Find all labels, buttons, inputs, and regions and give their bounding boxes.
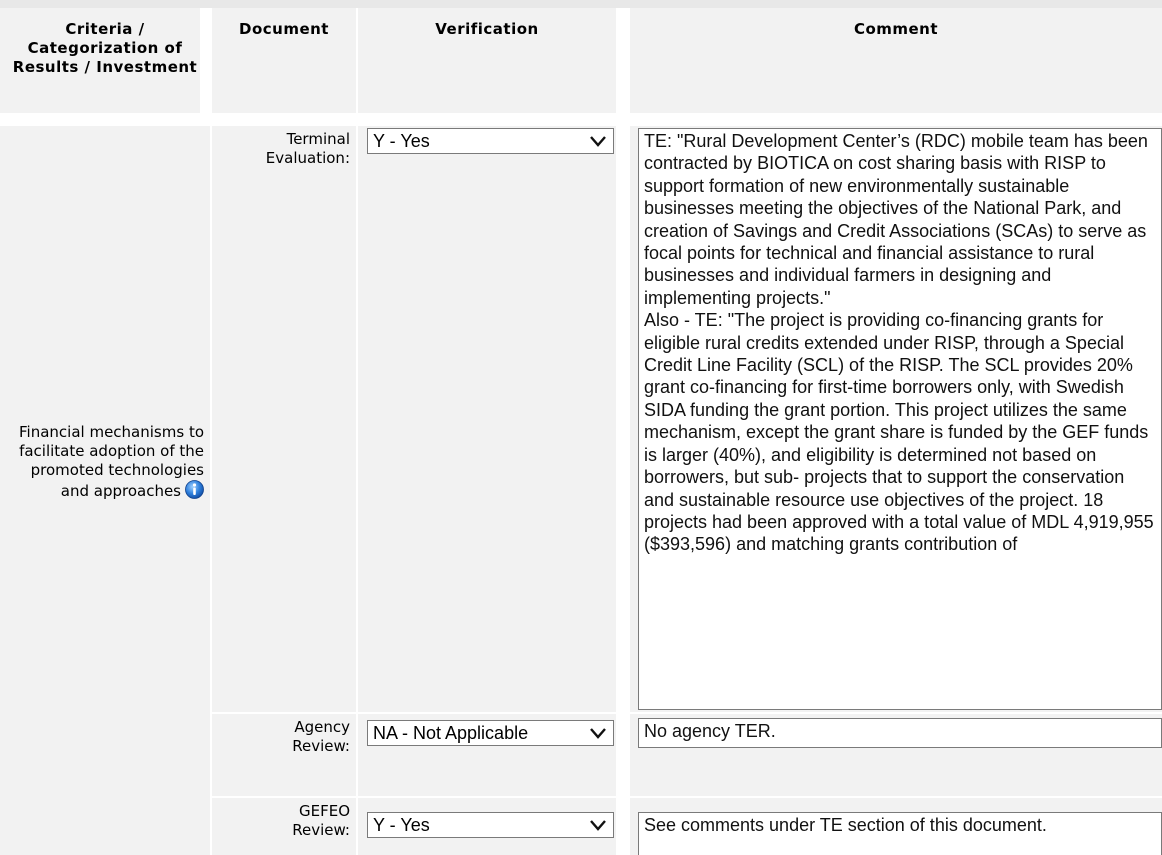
header-document: Document bbox=[239, 20, 329, 38]
verification-value-agency: NA - Not Applicable bbox=[373, 723, 529, 743]
chevron-down-icon bbox=[590, 820, 606, 831]
header-comment: Comment bbox=[853, 20, 939, 38]
criteria-text: Financial mechanisms to facilitate adopt… bbox=[19, 423, 204, 500]
criteria-label: Financial mechanisms to facilitate adopt… bbox=[4, 423, 204, 501]
document-label-te: Terminal Evaluation: bbox=[265, 130, 350, 167]
verification-value-gefeo: Y - Yes bbox=[373, 815, 430, 835]
verification-select-agency[interactable]: NA - Not Applicable bbox=[367, 720, 614, 746]
header-criteria: Criteria / Categorization of Results / I… bbox=[12, 20, 198, 76]
header-verification: Verification bbox=[435, 20, 539, 38]
comment-textarea-gefeo[interactable]: See comments under TE section of this do… bbox=[638, 812, 1162, 855]
verification-value-te: Y - Yes bbox=[373, 131, 430, 151]
comment-textarea-agency[interactable]: No agency TER. bbox=[638, 718, 1162, 748]
document-label-agency: Agency Review: bbox=[292, 718, 350, 755]
comment-textarea-te[interactable]: TE: "Rural Development Center’s (RDC) mo… bbox=[638, 128, 1162, 710]
table-top-border bbox=[0, 0, 1162, 8]
chevron-down-icon bbox=[590, 136, 606, 147]
info-icon[interactable] bbox=[185, 480, 204, 499]
verification-select-gefeo[interactable]: Y - Yes bbox=[367, 812, 614, 838]
verification-select-te[interactable]: Y - Yes bbox=[367, 128, 614, 154]
verification-cell-te bbox=[358, 126, 616, 712]
chevron-down-icon bbox=[590, 728, 606, 739]
document-label-gefeo: GEFEO Review: bbox=[292, 802, 350, 839]
document-cell-te bbox=[212, 126, 356, 712]
